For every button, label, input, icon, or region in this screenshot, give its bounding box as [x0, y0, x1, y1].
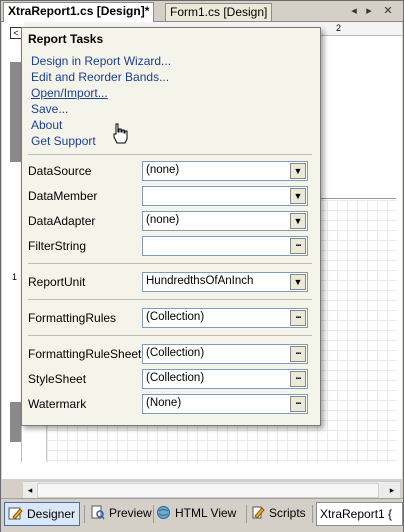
scroll-left-icon[interactable]: ◂	[24, 484, 36, 496]
close-icon[interactable]: ✕	[381, 4, 395, 18]
ruler-tick-label: 1	[12, 272, 18, 282]
html-view-button[interactable]: HTML View	[153, 502, 240, 524]
designer-icon	[8, 507, 23, 520]
html-view-icon	[157, 506, 170, 519]
tab-scroll-left-icon[interactable]: ◂	[347, 4, 361, 18]
property-label: FilterString	[28, 239, 87, 253]
property-datasource: DataSource (none) ▼	[28, 161, 312, 181]
link-design-in-report-wizard[interactable]: Design in Report Wizard...	[31, 53, 171, 69]
watermark-field[interactable]: (None) ...	[142, 394, 308, 414]
view-button-label: Preview	[109, 506, 152, 520]
ruler-tick-label: 2	[336, 23, 342, 33]
toolbar-separator	[312, 505, 313, 523]
preview-icon	[91, 505, 105, 520]
ellipsis-icon[interactable]: ...	[290, 371, 306, 387]
property-stylesheet: StyleSheet (Collection) ...	[28, 369, 312, 389]
property-label: DataSource	[28, 164, 92, 178]
property-label: Watermark	[28, 397, 87, 411]
property-datamember: DataMember ▼	[28, 186, 312, 206]
property-reportunit: ReportUnit HundredthsOfAnInch ▼	[28, 272, 312, 292]
property-value: (Collection)	[146, 372, 205, 384]
scripts-view-button[interactable]: Scripts	[247, 502, 310, 524]
ellipsis-icon[interactable]: ...	[290, 310, 306, 326]
property-filterstring: FilterString ...	[28, 236, 312, 256]
property-formattingrulesheet: FormattingRuleSheet (Collection) ...	[28, 344, 312, 364]
formattingrulesheet-field[interactable]: (Collection) ...	[142, 344, 308, 364]
property-label: FormattingRules	[28, 311, 117, 325]
view-button-label: HTML View	[175, 506, 237, 520]
panel-divider	[28, 154, 312, 155]
property-watermark: Watermark (None) ...	[28, 394, 312, 414]
toolbar-separator	[84, 505, 85, 523]
report-tasks-panel: Report Tasks Design in Report Wizard... …	[21, 27, 321, 426]
component-tray-item[interactable]: XtraReport1 {	[316, 502, 403, 526]
ellipsis-icon[interactable]: ...	[290, 346, 306, 362]
panel-divider	[28, 263, 312, 264]
report-designer-window: XtraReport1.cs [Design]* Form1.cs [Desig…	[0, 0, 404, 532]
datasource-dropdown[interactable]: (none) ▼	[142, 161, 308, 181]
formattingrules-field[interactable]: (Collection) ...	[142, 308, 308, 328]
dataadapter-dropdown[interactable]: (none) ▼	[142, 211, 308, 231]
designer-view-button[interactable]: Designer	[4, 502, 81, 526]
component-tray-label: XtraReport1 {	[320, 507, 393, 521]
datamember-dropdown[interactable]: ▼	[142, 186, 308, 206]
reportunit-dropdown[interactable]: HundredthsOfAnInch ▼	[142, 272, 308, 292]
horizontal-scrollbar[interactable]: ◂ ▸	[23, 481, 400, 498]
ellipsis-icon[interactable]: ...	[290, 238, 306, 254]
hand-pointer-icon	[113, 123, 128, 144]
property-label: DataAdapter	[28, 214, 96, 228]
dropdown-arrow-icon[interactable]: ▼	[290, 163, 306, 179]
view-button-label: Designer	[27, 507, 76, 521]
scrollbar-thumb[interactable]	[37, 483, 379, 498]
property-value: (none)	[146, 214, 180, 226]
document-tab-strip: XtraReport1.cs [Design]* Form1.cs [Desig…	[1, 1, 403, 22]
link-open-import[interactable]: Open/Import...	[31, 85, 171, 101]
filterstring-field[interactable]: ...	[142, 236, 308, 256]
dropdown-arrow-icon[interactable]: ▼	[290, 188, 306, 204]
property-label: FormattingRuleSheet	[28, 347, 142, 361]
property-label: StyleSheet	[28, 372, 87, 386]
band-marker	[10, 402, 21, 442]
view-button-label: Scripts	[269, 506, 306, 520]
panel-title: Report Tasks	[28, 32, 104, 46]
link-edit-and-reorder-bands[interactable]: Edit and Reorder Bands...	[31, 69, 171, 85]
property-label: ReportUnit	[28, 275, 86, 289]
tab-xtrareport1-design[interactable]: XtraReport1.cs [Design]*	[3, 2, 155, 22]
designer-view-bar: Designer Preview HTML View Scripts XtraR…	[1, 498, 403, 532]
tab-scroll-right-icon[interactable]: ▸	[362, 4, 376, 18]
property-value: (Collection)	[146, 311, 205, 323]
property-dataadapter: DataAdapter (none) ▼	[28, 211, 312, 231]
stylesheet-field[interactable]: (Collection) ...	[142, 369, 308, 389]
property-label: DataMember	[28, 189, 98, 203]
link-save[interactable]: Save...	[31, 101, 171, 117]
property-value: HundredthsOfAnInch	[146, 275, 254, 287]
scroll-right-icon[interactable]: ▸	[386, 484, 398, 496]
property-value: (None)	[146, 397, 182, 409]
dropdown-arrow-icon[interactable]: ▼	[290, 213, 306, 229]
property-value: (none)	[146, 164, 180, 176]
property-formattingrules: FormattingRules (Collection) ...	[28, 308, 312, 328]
preview-view-button[interactable]: Preview	[87, 502, 156, 524]
link-about[interactable]: About	[31, 117, 171, 133]
panel-divider	[28, 299, 312, 300]
task-links: Design in Report Wizard... Edit and Reor…	[31, 53, 171, 149]
panel-divider	[28, 335, 312, 336]
ellipsis-icon[interactable]: ...	[290, 396, 306, 412]
dropdown-arrow-icon[interactable]: ▼	[290, 274, 306, 290]
link-get-support[interactable]: Get Support	[31, 133, 171, 149]
scripts-icon	[252, 506, 265, 519]
tab-form1-design[interactable]: Form1.cs [Design]	[165, 3, 273, 21]
property-value: (Collection)	[146, 347, 205, 359]
band-marker	[10, 62, 21, 162]
